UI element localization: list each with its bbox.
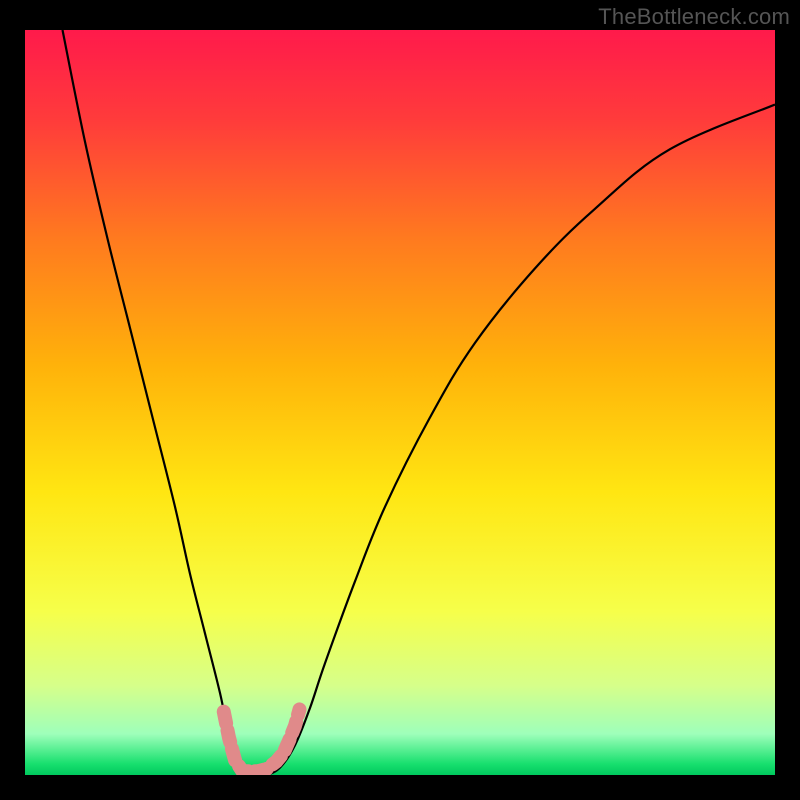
chart-svg xyxy=(25,30,775,775)
plot-area xyxy=(25,30,775,775)
gradient-background xyxy=(25,30,775,775)
watermark-text: TheBottleneck.com xyxy=(598,4,790,30)
chart-container: TheBottleneck.com xyxy=(0,0,800,800)
